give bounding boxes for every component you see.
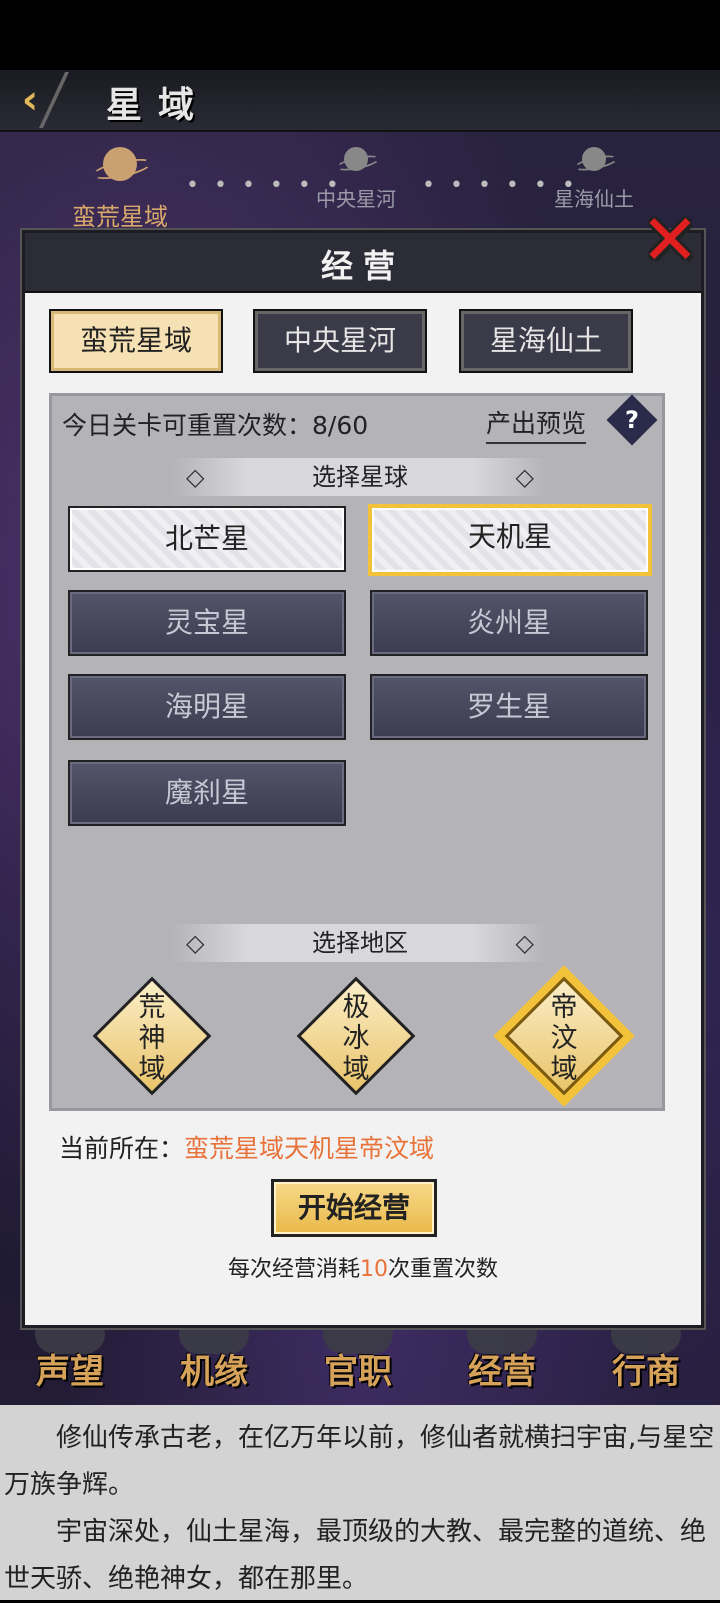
region-nav: 蛮荒星域 • • • • • • 中央星河 • • • • • • 星海仙土 [0, 145, 720, 232]
section-title: 选择地区 [312, 929, 408, 957]
district-section-header: ◇ 选择地区 ◇ [172, 924, 548, 962]
region-label: 蛮荒星域 [72, 203, 168, 231]
planet-button-haiming[interactable]: 海明星 [68, 674, 346, 740]
location-label: 当前所在： [59, 1134, 185, 1163]
diamond-icon: ◇ [515, 929, 534, 957]
story-text: 修仙传承古老，在亿万年以前，修仙者就横扫宇宙,与星空万族争辉。 宇宙深处，仙土星… [0, 1405, 720, 1600]
tab-label: 声望 [36, 1352, 104, 1392]
page-title: 星域 [106, 85, 211, 126]
district-button-huangshen[interactable]: 荒神域 [92, 976, 212, 1096]
planet-button-yanzhou[interactable]: 炎州星 [370, 590, 648, 656]
planet-icon [90, 145, 154, 189]
help-icon[interactable]: ? [606, 394, 658, 446]
tab-domain-xinghai[interactable]: 星海仙土 [459, 309, 633, 373]
district-button-jibing[interactable]: 极冰域 [296, 976, 416, 1096]
reset-count-text: 今日关卡可重置次数：8/60 [62, 411, 369, 440]
region-node-zhongyang[interactable]: 中央星河 [286, 145, 426, 212]
tab-domain-zhongyang[interactable]: 中央星河 [253, 309, 427, 373]
start-management-button[interactable]: 开始经营 [271, 1179, 437, 1237]
tab-label: 官职 [324, 1352, 392, 1392]
planet-button-mosha[interactable]: 魔刹星 [68, 760, 346, 826]
tab-label: 机缘 [180, 1352, 248, 1392]
planet-button-beimang[interactable]: 北芒星 [68, 506, 346, 572]
planet-button-lingbao[interactable]: 灵宝星 [68, 590, 346, 656]
diamond-icon: ◇ [186, 463, 205, 491]
current-location: 当前所在：蛮荒星域天机星帝汶域 [59, 1129, 434, 1165]
district-label: 帝汶域 [550, 992, 578, 1085]
tab-domain-manhuang[interactable]: 蛮荒星域 [49, 309, 223, 373]
help-glyph: ? [625, 405, 639, 434]
tab-label: 行商 [612, 1352, 680, 1392]
planet-icon [573, 145, 619, 175]
district-label: 极冰域 [342, 992, 370, 1085]
cost-note: 每次经营消耗10次重置次数 [25, 1251, 701, 1283]
district-label: 荒神域 [138, 992, 166, 1085]
story-paragraph: 修仙传承古老，在亿万年以前，修仙者就横扫宇宙,与星空万族争辉。 [4, 1423, 715, 1500]
planet-button-luosheng[interactable]: 罗生星 [370, 674, 648, 740]
output-preview-link[interactable]: 产出预览 [486, 404, 587, 444]
cost-suffix: 次重置次数 [388, 1257, 499, 1282]
planet-section-header: ◇ 选择星球 ◇ [172, 458, 548, 496]
diamond-icon: ◇ [515, 463, 534, 491]
cost-prefix: 每次经营消耗 [227, 1257, 360, 1282]
diamond-icon: ◇ [186, 929, 205, 957]
tab-label: 经营 [468, 1352, 536, 1392]
selection-panel: 今日关卡可重置次数：8/60 产出预览 ? ◇ 选择星球 ◇ 北芒星 天机星 灵… [49, 393, 665, 1111]
story-paragraph: 宇宙深处，仙土星海，最顶级的大教、最完整的道统、绝世天骄、绝艳神女，都在那里。 [4, 1517, 707, 1594]
region-node-manhuang[interactable]: 蛮荒星域 [50, 145, 190, 232]
location-value: 蛮荒星域天机星帝汶域 [184, 1134, 435, 1163]
cost-number: 10 [360, 1257, 388, 1282]
planet-button-tianji[interactable]: 天机星 [368, 504, 652, 576]
planet-icon [335, 145, 381, 175]
dialog-title: 经营 [320, 247, 405, 285]
region-label: 中央星河 [316, 187, 396, 211]
dialog-header: 经营 [25, 233, 701, 293]
management-dialog: 经营 ✕ 蛮荒星域 中央星河 星海仙土 今日关卡可重置次数：8/60 产出预览 … [22, 205, 704, 1328]
district-button-diwen[interactable]: 帝汶域 [504, 976, 624, 1096]
section-title: 选择星球 [312, 463, 408, 491]
top-bar: ‹ 星域 [0, 70, 720, 132]
close-x-icon[interactable]: ✕ [635, 205, 705, 275]
